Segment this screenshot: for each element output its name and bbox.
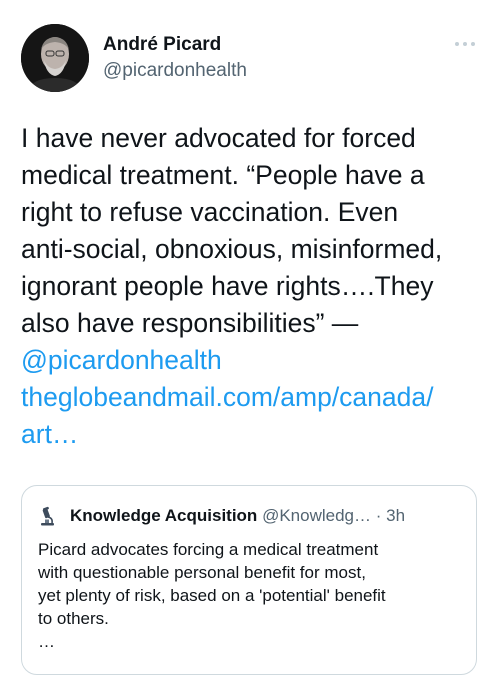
author-handle[interactable]: @picardonhealth (103, 60, 247, 82)
author-name[interactable]: André Picard (103, 34, 221, 56)
more-horizontal-icon (455, 42, 475, 46)
quoted-text-ellipsis: … (38, 632, 55, 651)
article-link-continued[interactable]: art… (21, 416, 486, 453)
quoted-header-separator: · (375, 506, 382, 525)
quoted-author-handle[interactable]: @Knowledg… (262, 506, 371, 525)
quoted-tweet-card[interactable]: Knowledge Acquisition @Knowledg… · 3h Pi… (21, 485, 477, 675)
tweet-text-line: right to refuse vaccination. Even (21, 197, 399, 227)
tweet-text-line: I have never advocated for forced (21, 123, 416, 153)
mention-link[interactable]: @picardonhealth (21, 342, 486, 379)
quoted-text-line: yet plenty of risk, based on a 'potentia… (38, 586, 386, 605)
author-avatar[interactable] (21, 24, 89, 92)
quoted-author-name[interactable]: Knowledge Acquisition (70, 506, 257, 525)
more-options-button[interactable] (452, 36, 478, 52)
tweet-text-line: also have responsibilities” — (21, 308, 359, 338)
quoted-tweet-time[interactable]: 3h (386, 506, 405, 525)
quoted-tweet-avatar[interactable] (36, 506, 58, 528)
quoted-tweet-header: Knowledge Acquisition @Knowledg… · 3h (70, 506, 405, 526)
article-link[interactable]: theglobeandmail.com/amp/canada/ (21, 379, 486, 416)
quoted-tweet-text: Picard advocates forcing a medical treat… (38, 538, 468, 653)
microscope-icon (36, 506, 58, 528)
quoted-text-line: to others. (38, 609, 109, 628)
quoted-text-line: with questionable personal benefit for m… (38, 563, 366, 582)
tweet-text-line: ignorant people have rights….They (21, 271, 434, 301)
tweet-text-line: anti-social, obnoxious, misinformed, (21, 234, 443, 264)
author-avatar-image (21, 24, 89, 92)
tweet-text: I have never advocated for forced medica… (21, 120, 486, 453)
quoted-text-line: Picard advocates forcing a medical treat… (38, 540, 379, 559)
tweet-text-line: medical treatment. “People have a (21, 160, 425, 190)
tweet: André Picard @picardonhealth I have neve… (0, 0, 500, 680)
